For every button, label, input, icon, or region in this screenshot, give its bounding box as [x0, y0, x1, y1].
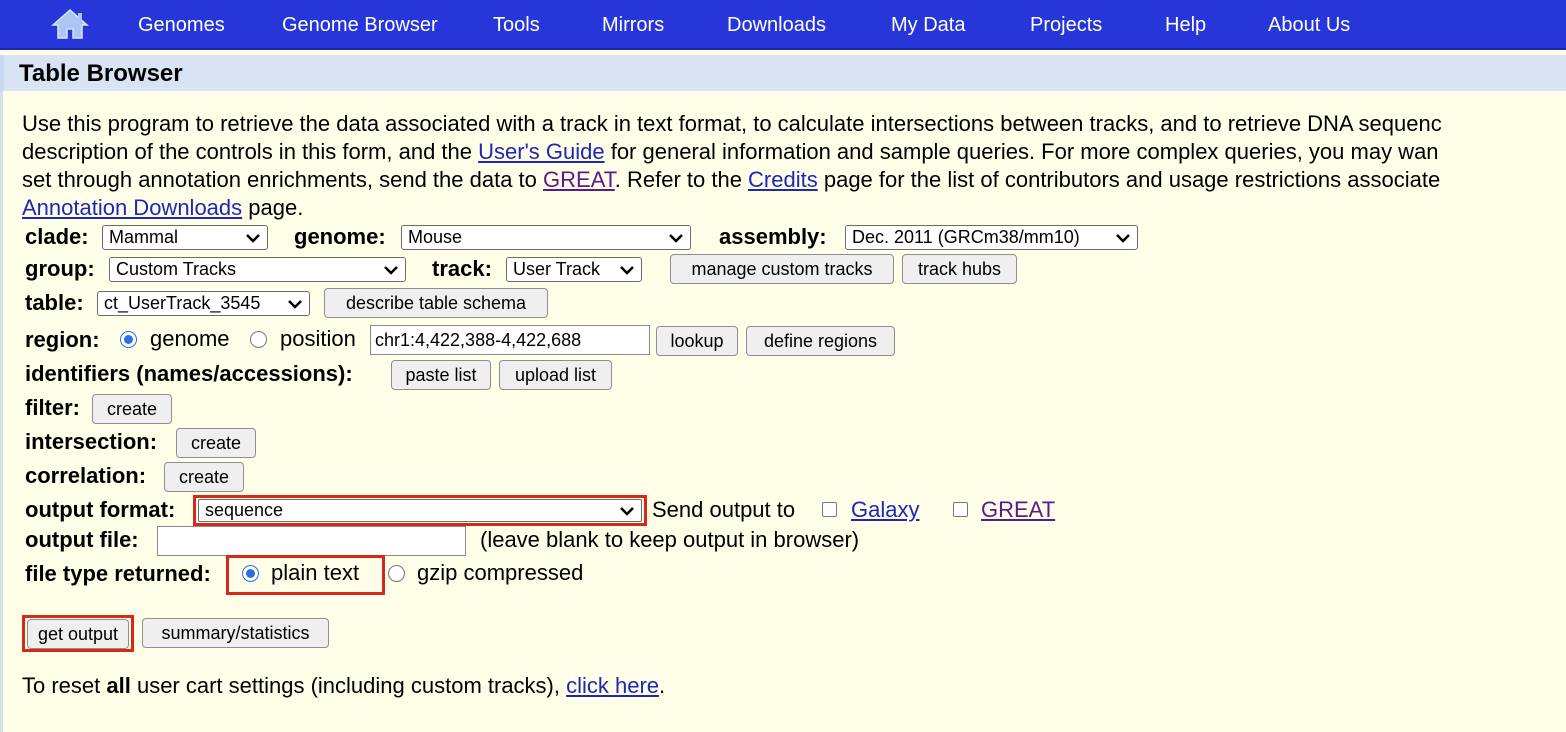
nav-about-us[interactable]: About Us	[1268, 13, 1350, 37]
correlation-create-button[interactable]: create	[164, 462, 244, 492]
send-output-to-label: Send output to	[652, 497, 796, 522]
nav-mirrors[interactable]: Mirrors	[602, 13, 664, 37]
nav-genomes[interactable]: Genomes	[138, 13, 225, 37]
home-icon[interactable]	[50, 8, 90, 40]
credits-link[interactable]: Credits	[748, 167, 818, 192]
chevron-down-icon	[384, 266, 398, 275]
group-selected-value: Custom Tracks	[116, 259, 237, 279]
intro-paragraph: Use this program to retrieve the data as…	[22, 110, 1566, 222]
page-title: Table Browser	[19, 60, 183, 87]
nav-genome-browser[interactable]: Genome Browser	[282, 13, 438, 37]
clade-select[interactable]: Mammal	[102, 225, 268, 250]
intro-line: Use this program to retrieve the data as…	[22, 111, 1442, 136]
great-checkbox[interactable]	[953, 502, 968, 517]
upload-list-button[interactable]: upload list	[499, 360, 612, 390]
reset-text-bold: all	[106, 673, 131, 698]
region-position-radio[interactable]	[250, 331, 267, 348]
table-selected-value: ct_UserTrack_3545	[104, 293, 261, 313]
click-here-link[interactable]: click here	[566, 673, 659, 698]
galaxy-link[interactable]: Galaxy	[851, 497, 919, 523]
intro-line: description of the controls in this form…	[22, 138, 1566, 166]
top-nav-bar: Genomes Genome Browser Tools Mirrors Dow…	[0, 0, 1566, 50]
region-position-label: position	[280, 326, 356, 351]
clade-label: clade:	[25, 224, 89, 249]
file-type-label: file type returned:	[25, 561, 211, 586]
summary-statistics-button[interactable]: summary/statistics	[142, 618, 329, 648]
annotation-downloads-link[interactable]: Annotation Downloads	[22, 195, 242, 220]
nav-downloads[interactable]: Downloads	[727, 13, 826, 37]
galaxy-checkbox[interactable]	[822, 502, 837, 517]
nav-my-data[interactable]: My Data	[891, 13, 965, 37]
track-select[interactable]: User Track	[506, 257, 642, 282]
assembly-selected-value: Dec. 2011 (GRCm38/mm10)	[852, 227, 1080, 247]
manage-custom-tracks-button[interactable]: manage custom tracks	[670, 254, 894, 284]
region-label: region:	[25, 327, 100, 352]
reset-cart-text: To reset all user cart settings (includi…	[22, 673, 665, 699]
paste-list-button[interactable]: paste list	[391, 360, 491, 390]
group-label: group:	[25, 256, 95, 281]
users-guide-link[interactable]: User's Guide	[478, 139, 604, 164]
genome-selected-value: Mouse	[408, 227, 463, 247]
region-genome-label: genome	[150, 326, 230, 351]
output-file-hint: (leave blank to keep output in browser)	[480, 527, 860, 552]
output-format-label: output format:	[25, 497, 176, 522]
track-selected-value: User Track	[513, 259, 601, 279]
assembly-label: assembly:	[719, 224, 827, 249]
track-hubs-button[interactable]: track hubs	[902, 254, 1017, 284]
nav-help[interactable]: Help	[1165, 13, 1206, 37]
chevron-down-icon	[620, 266, 634, 275]
intro-text: description of the controls in this form…	[22, 139, 479, 164]
intro-text: set through annotation enrichments, send…	[22, 167, 544, 192]
intersection-label: intersection:	[25, 429, 158, 454]
gzip-compressed-label: gzip compressed	[417, 560, 584, 585]
filter-create-button[interactable]: create	[92, 394, 172, 424]
reset-text: user cart settings (including custom tra…	[130, 673, 567, 698]
genome-select[interactable]: Mouse	[401, 225, 691, 250]
chevron-down-icon	[246, 234, 260, 243]
chevron-down-icon	[669, 234, 683, 243]
intro-line: Annotation Downloads page.	[22, 194, 1566, 222]
describe-table-schema-button[interactable]: describe table schema	[324, 288, 548, 318]
gzip-compressed-radio[interactable]	[388, 565, 405, 582]
lookup-button[interactable]: lookup	[656, 326, 738, 356]
nav-tools[interactable]: Tools	[493, 13, 540, 37]
table-label: table:	[25, 290, 84, 315]
filter-label: filter:	[25, 395, 80, 420]
genome-label: genome:	[294, 224, 386, 249]
great-link[interactable]: GREAT	[543, 167, 615, 192]
intro-text: page for the list of contributors and us…	[817, 167, 1441, 192]
region-genome-radio[interactable]	[120, 331, 137, 348]
output-file-input[interactable]	[157, 526, 466, 556]
assembly-select[interactable]: Dec. 2011 (GRCm38/mm10)	[845, 225, 1138, 250]
intersection-create-button[interactable]: create	[176, 428, 256, 458]
page-title-bar: Table Browser	[0, 55, 1566, 91]
plain-text-highlight-box	[226, 555, 385, 595]
nav-projects[interactable]: Projects	[1030, 13, 1102, 37]
chevron-down-icon	[1116, 234, 1130, 243]
correlation-label: correlation:	[25, 463, 147, 488]
great-output-link[interactable]: GREAT	[981, 497, 1055, 523]
table-select[interactable]: ct_UserTrack_3545	[97, 291, 310, 316]
intro-text: page.	[242, 195, 304, 220]
identifiers-label: identifiers (names/accessions):	[25, 361, 353, 386]
track-label: track:	[432, 256, 492, 281]
intro-text: . Refer to the	[614, 167, 749, 192]
get-output-highlight-box	[22, 615, 134, 652]
intro-text: for general information and sample queri…	[604, 139, 1439, 164]
position-input[interactable]: chr1:4,422,388-4,422,688	[370, 325, 650, 355]
chevron-down-icon	[288, 300, 302, 309]
reset-text: To reset	[22, 673, 107, 698]
output-format-highlight-box	[193, 495, 647, 526]
group-select[interactable]: Custom Tracks	[109, 257, 406, 282]
output-file-label: output file:	[25, 527, 139, 552]
define-regions-button[interactable]: define regions	[746, 326, 895, 356]
left-divider	[0, 91, 3, 732]
clade-selected-value: Mammal	[109, 227, 179, 247]
intro-line: set through annotation enrichments, send…	[22, 166, 1566, 194]
reset-text: .	[659, 673, 666, 698]
